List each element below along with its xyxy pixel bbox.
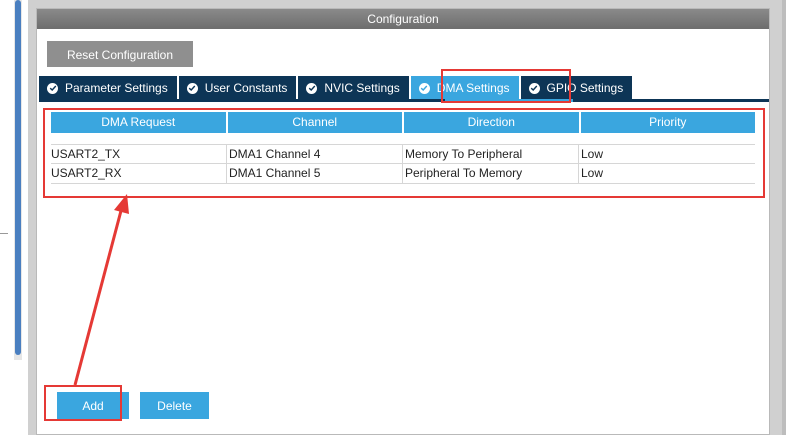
annotation-arrow bbox=[73, 194, 129, 386]
